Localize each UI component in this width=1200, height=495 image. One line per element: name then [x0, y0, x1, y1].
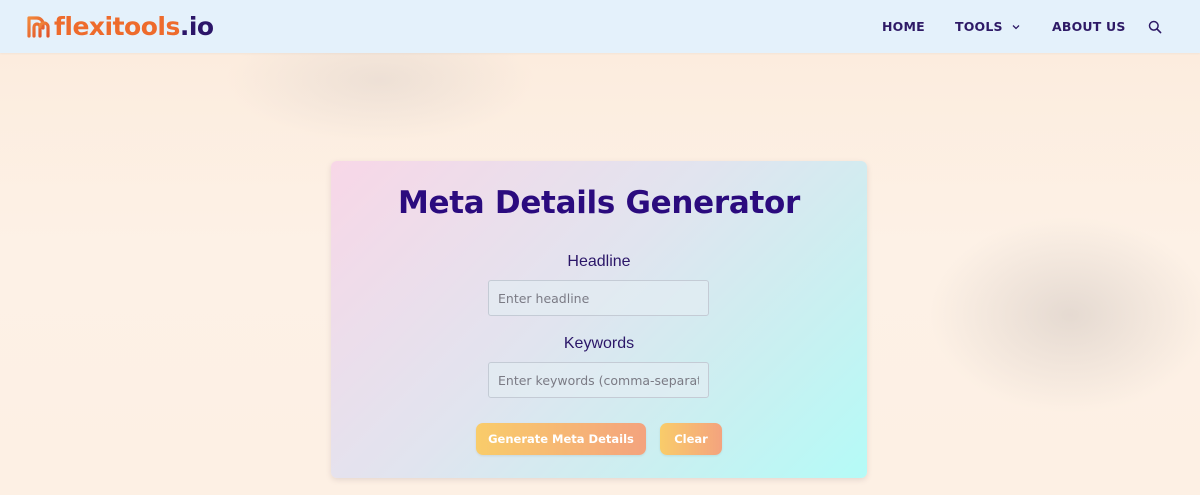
logo-name: flexitools [54, 12, 180, 41]
search-button[interactable] [1148, 19, 1164, 35]
meta-generator-card: Meta Details Generator Headline Keywords… [331, 161, 867, 478]
logo-tld: .io [179, 12, 214, 41]
nav-home[interactable]: HOME [882, 19, 925, 34]
nav-tools-label: TOOLS [955, 19, 1003, 34]
site-logo[interactable]: flexitools .io [26, 10, 214, 44]
tool-title: Meta Details Generator [398, 185, 800, 221]
headline-label: Headline [567, 253, 631, 270]
chevron-down-icon [1012, 24, 1020, 29]
nav-about-us[interactable]: ABOUT US [1052, 19, 1126, 34]
headline-input[interactable] [488, 280, 709, 316]
generate-meta-button[interactable]: Generate Meta Details [476, 423, 646, 455]
nav-tools[interactable]: TOOLS [955, 19, 1020, 34]
keywords-label: Keywords [563, 335, 635, 352]
logo-icon [27, 16, 50, 38]
search-icon [1148, 20, 1162, 34]
clear-button[interactable]: Clear [660, 423, 722, 455]
keywords-input[interactable] [488, 362, 709, 398]
site-header: flexitools .io HOME TOOLS ABOUT US [0, 0, 1200, 53]
